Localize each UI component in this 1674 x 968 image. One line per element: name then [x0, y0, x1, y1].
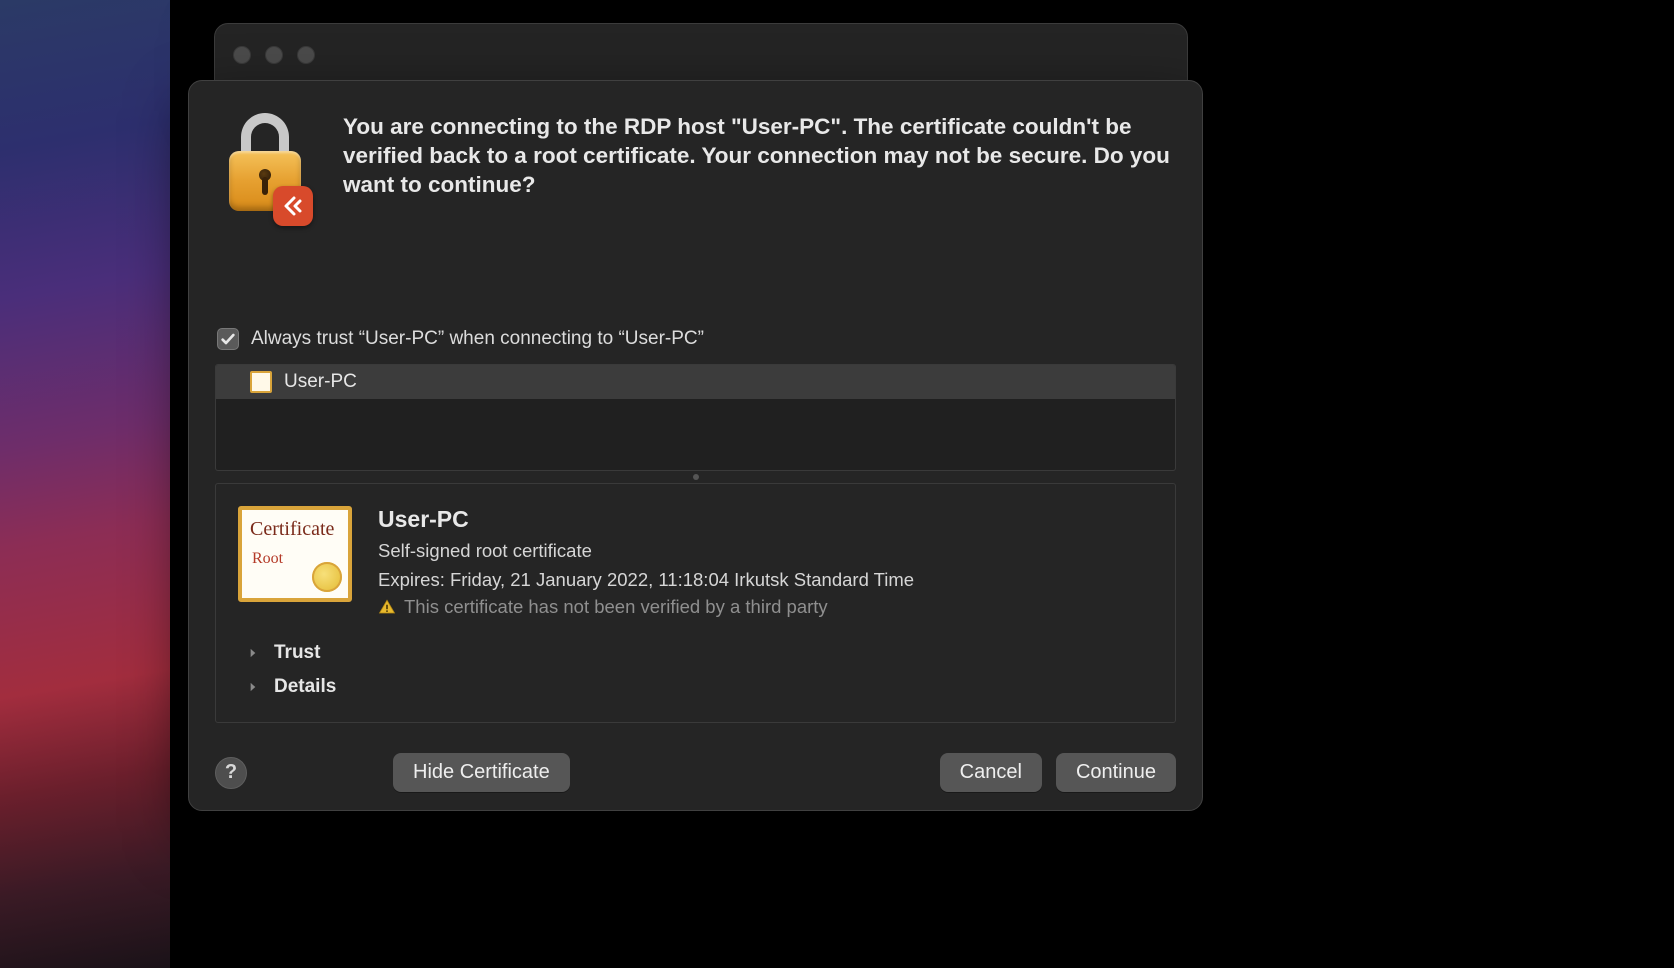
certificate-expiry: Expires: Friday, 21 January 2022, 11:18:… — [378, 566, 1153, 595]
details-disclosure-label: Details — [274, 676, 336, 698]
rdp-badge-icon — [273, 186, 313, 226]
certificate-large-icon: Certificate Root — [238, 506, 352, 602]
certificate-list-item[interactable]: User-PC — [216, 365, 1175, 399]
certificate-summary: Certificate Root User-PC Self-signed roo… — [238, 506, 1153, 618]
certificate-warning-text: This certificate has not been verified b… — [404, 596, 828, 618]
certificate-name: User-PC — [378, 506, 1153, 533]
dialog-header: You are connecting to the RDP host "User… — [215, 109, 1176, 218]
certificate-warning: This certificate has not been verified b… — [378, 596, 1153, 618]
hide-certificate-button[interactable]: Hide Certificate — [393, 753, 570, 792]
certificate-chain-list[interactable]: User-PC — [215, 364, 1176, 471]
always-trust-checkbox[interactable] — [217, 328, 239, 350]
warning-icon — [378, 598, 396, 616]
desktop-background: You are connecting to the RDP host "User… — [0, 0, 1674, 968]
certificate-details-panel: Certificate Root User-PC Self-signed roo… — [215, 483, 1176, 723]
wallpaper — [0, 0, 170, 968]
window-traffic-lights — [233, 46, 315, 64]
certificate-mini-icon — [250, 371, 272, 393]
always-trust-row: Always trust “User-PC” when connecting t… — [215, 328, 1176, 350]
dialog-message: You are connecting to the RDP host "User… — [343, 109, 1176, 218]
continue-button[interactable]: Continue — [1056, 753, 1176, 792]
panel-resize-handle[interactable] — [215, 471, 1176, 483]
certificate-warning-dialog: You are connecting to the RDP host "User… — [188, 80, 1203, 811]
details-disclosure[interactable]: Details — [238, 670, 1153, 704]
dialog-footer: ? Hide Certificate Cancel Continue — [215, 745, 1176, 792]
trust-disclosure[interactable]: Trust — [238, 636, 1153, 670]
always-trust-label: Always trust “User-PC” when connecting t… — [251, 328, 704, 350]
chevron-right-icon — [246, 680, 260, 694]
trust-disclosure-label: Trust — [274, 642, 320, 664]
help-button[interactable]: ? — [215, 757, 247, 789]
cancel-button[interactable]: Cancel — [940, 753, 1042, 792]
certificate-list-item-name: User-PC — [284, 371, 357, 393]
traffic-light-close[interactable] — [233, 46, 251, 64]
chevron-right-icon — [246, 646, 260, 660]
traffic-light-zoom[interactable] — [297, 46, 315, 64]
traffic-light-minimize[interactable] — [265, 46, 283, 64]
certificate-type: Self-signed root certificate — [378, 537, 1153, 566]
lock-icon-wrap — [215, 109, 315, 218]
lock-icon — [225, 113, 305, 218]
